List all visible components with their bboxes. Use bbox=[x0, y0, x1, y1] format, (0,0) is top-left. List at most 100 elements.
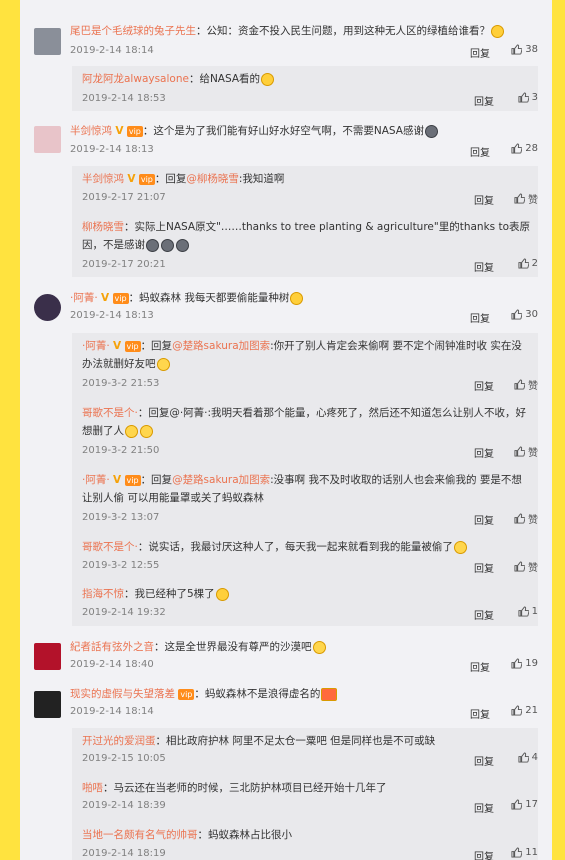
thumbs-up-icon bbox=[518, 752, 529, 763]
emoji-icon bbox=[321, 687, 338, 701]
reply-item: 哥歌不是个·：回复@·阿菁·:我明天看着那个能量，心疼死了，然后还不知道怎么让别… bbox=[20, 400, 552, 463]
reply-button[interactable]: 回复 bbox=[470, 706, 490, 721]
avatar[interactable] bbox=[34, 28, 61, 55]
reply-item: 当地一名颇有名气的帅哥：蚂蚁森林占比很小 2019-2-14 18:19 回复 … bbox=[20, 822, 552, 860]
like-count: 11 bbox=[525, 847, 538, 858]
like-button[interactable]: 28 bbox=[511, 143, 538, 154]
mention-link[interactable]: @楚路sakura加图索 bbox=[172, 474, 270, 486]
reply-button[interactable]: 回复 bbox=[474, 378, 494, 393]
reply-item: 半剑惊鸿 V vip ：回复@柳杨晓雪:我知道啊 2019-2-17 21:07 … bbox=[20, 166, 552, 211]
user-name[interactable]: 指海不惊 bbox=[82, 588, 124, 600]
timestamp: 2019-2-14 18:13 bbox=[70, 310, 154, 321]
vip-badge: vip bbox=[138, 173, 155, 185]
like-button[interactable]: 1 bbox=[518, 606, 538, 617]
user-name[interactable]: 半剑惊鸿 bbox=[70, 125, 112, 137]
user-name[interactable]: ·阿菁· bbox=[70, 292, 98, 304]
vip-badge: vip bbox=[126, 125, 143, 137]
like-button[interactable]: 38 bbox=[511, 44, 538, 55]
thumbs-up-icon bbox=[511, 44, 523, 55]
reply-button[interactable]: 回复 bbox=[474, 512, 494, 527]
like-button[interactable]: 11 bbox=[511, 847, 538, 858]
thumbs-up-icon bbox=[511, 309, 523, 320]
like-count: 赞 bbox=[528, 515, 538, 526]
user-name[interactable]: 柳杨晓雪 bbox=[82, 221, 124, 233]
emoji-icon bbox=[290, 291, 304, 305]
thumbs-up-icon bbox=[514, 379, 525, 390]
user-name[interactable]: 阿龙阿龙alwaysalone bbox=[82, 73, 189, 85]
reply-button[interactable]: 回复 bbox=[470, 144, 490, 159]
timestamp: 2019-3-2 12:55 bbox=[82, 560, 160, 571]
like-button[interactable]: 赞 bbox=[514, 559, 538, 574]
user-name[interactable]: 紀者話有弦外之音 bbox=[70, 641, 154, 653]
like-button[interactable]: 2 bbox=[518, 258, 538, 269]
reply-button[interactable]: 回复 bbox=[474, 192, 494, 207]
mention-link[interactable]: @柳杨晓雪 bbox=[186, 173, 239, 185]
user-name[interactable]: 哥歌不是个· bbox=[82, 407, 138, 419]
reply-button[interactable]: 回复 bbox=[474, 445, 494, 460]
user-name[interactable]: 当地一名颇有名气的帅哥 bbox=[82, 829, 198, 841]
like-button[interactable]: 赞 bbox=[514, 191, 538, 206]
like-count: 28 bbox=[525, 143, 538, 154]
user-name[interactable]: 尾巴是个毛绒球的兔子先生 bbox=[70, 25, 196, 37]
like-button[interactable]: 21 bbox=[511, 705, 538, 716]
thumbs-up-icon bbox=[511, 658, 523, 669]
reply-item: 哥歌不是个·：说实话，我最讨厌这种人了，每天我一起来就看到我的能量被偷了 201… bbox=[20, 534, 552, 579]
like-button[interactable]: 赞 bbox=[514, 377, 538, 392]
emoji-icon bbox=[176, 238, 189, 252]
reply-prefix: ：回复 bbox=[140, 340, 173, 352]
reply-button[interactable]: 回复 bbox=[474, 848, 494, 860]
user-name[interactable]: ·阿菁· bbox=[82, 474, 110, 486]
reply-button[interactable]: 回复 bbox=[474, 560, 494, 575]
user-name[interactable]: ·阿菁· bbox=[82, 340, 110, 352]
emoji-icon bbox=[125, 424, 138, 438]
timestamp: 2019-2-15 10:05 bbox=[82, 753, 166, 764]
timestamp: 2019-2-14 18:19 bbox=[82, 848, 166, 859]
emoji-icon bbox=[156, 357, 170, 371]
emoji-icon bbox=[215, 587, 229, 601]
user-name[interactable]: 开过光的爱润蛋 bbox=[82, 735, 156, 747]
reply-item: 柳杨晓雪：实际上NASA原文"……thanks to tree planting… bbox=[20, 214, 552, 277]
user-name[interactable]: 哥歌不是个· bbox=[82, 541, 138, 553]
thumbs-up-icon bbox=[514, 513, 525, 524]
like-count: 1 bbox=[531, 606, 538, 617]
emoji-icon bbox=[140, 424, 153, 438]
reply-item: 啪唔：马云还在当老师的时候，三北防护林项目已经开始十几年了 2019-2-14 … bbox=[20, 775, 552, 820]
timestamp: 2019-3-2 21:50 bbox=[82, 445, 160, 456]
reply-button[interactable]: 回复 bbox=[474, 259, 494, 274]
timestamp: 2019-3-2 13:07 bbox=[82, 512, 160, 523]
verified-icon: V bbox=[127, 173, 136, 185]
avatar[interactable] bbox=[34, 691, 61, 718]
like-count: 17 bbox=[525, 799, 538, 810]
comment-text: ：蚂蚁森林不是浪得虚名的 bbox=[194, 688, 321, 700]
like-button[interactable]: 赞 bbox=[514, 444, 538, 459]
avatar[interactable] bbox=[34, 643, 61, 670]
comment-text: ：相比政府护林 阿里不足太仓一粟吧 但是同样也是不可或缺 bbox=[155, 735, 436, 747]
verified-icon: V bbox=[101, 292, 110, 304]
timestamp: 2019-2-14 18:40 bbox=[70, 659, 154, 670]
reply-button[interactable]: 回复 bbox=[474, 800, 494, 815]
like-button[interactable]: 19 bbox=[511, 658, 538, 669]
reply-item: ·阿菁· V vip ：回复@楚路sakura加图索:没事啊 我不及时收取的话别人… bbox=[20, 467, 552, 530]
reply-button[interactable]: 回复 bbox=[474, 753, 494, 768]
user-name[interactable]: 半剑惊鸿 bbox=[82, 173, 124, 185]
like-button[interactable]: 4 bbox=[518, 752, 538, 763]
vip-badge: vip bbox=[178, 688, 195, 700]
timestamp: 2019-2-14 18:14 bbox=[70, 706, 154, 717]
reply-button[interactable]: 回复 bbox=[474, 607, 494, 622]
avatar[interactable] bbox=[34, 126, 61, 153]
comment-item: ·阿菁· V vip ：蚂蚁森林 我每天都要偷能量种树 2019-2-14 18:… bbox=[20, 284, 552, 329]
reply-button[interactable]: 回复 bbox=[470, 310, 490, 325]
user-name[interactable]: 啪唔 bbox=[82, 782, 103, 794]
avatar[interactable] bbox=[34, 294, 61, 321]
reply-button[interactable]: 回复 bbox=[474, 93, 494, 108]
like-button[interactable]: 赞 bbox=[514, 511, 538, 526]
like-count: 21 bbox=[525, 705, 538, 716]
reply-button[interactable]: 回复 bbox=[470, 659, 490, 674]
mention-link[interactable]: @楚路sakura加图索 bbox=[172, 340, 270, 352]
like-button[interactable]: 3 bbox=[518, 92, 538, 103]
user-name[interactable]: 现实的虚假与失望落差 bbox=[70, 688, 175, 700]
verified-icon: V bbox=[113, 474, 122, 486]
reply-button[interactable]: 回复 bbox=[470, 45, 490, 60]
like-button[interactable]: 30 bbox=[511, 309, 538, 320]
like-button[interactable]: 17 bbox=[511, 799, 538, 810]
